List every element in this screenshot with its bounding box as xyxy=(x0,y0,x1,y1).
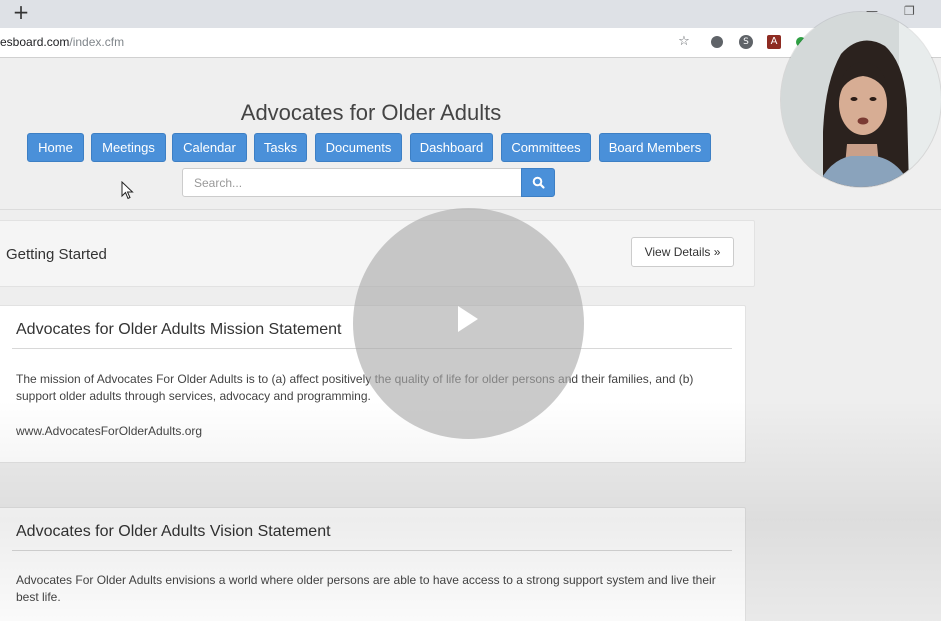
url-domain: esboard.com xyxy=(0,35,70,49)
url-text[interactable]: esboard.com/index.cfm xyxy=(0,35,124,49)
vision-text: Advocates For Older Adults envisions a w… xyxy=(16,573,716,604)
mouse-cursor-icon xyxy=(121,181,134,200)
restore-button[interactable]: ❐ xyxy=(904,4,915,18)
nav-tasks-button[interactable]: Tasks xyxy=(254,133,307,162)
extension-icon[interactable] xyxy=(711,36,723,48)
skype-icon[interactable]: S xyxy=(739,35,753,49)
site-title: Advocates for Older Adults xyxy=(240,100,502,125)
getting-started-title: Getting Started xyxy=(6,246,107,263)
search-button[interactable] xyxy=(521,168,555,197)
presenter-webcam xyxy=(781,12,941,187)
play-icon xyxy=(458,306,478,332)
new-tab-button[interactable]: + xyxy=(12,2,30,23)
nav-home-button[interactable]: Home xyxy=(27,133,84,162)
pdf-icon[interactable]: A xyxy=(767,35,781,49)
mission-title: Advocates for Older Adults Mission State… xyxy=(16,321,342,338)
nav-board-members-button[interactable]: Board Members xyxy=(599,133,711,162)
search-icon xyxy=(532,176,545,189)
browser-tabstrip: + — ❐ xyxy=(0,0,941,28)
nav-meetings-button[interactable]: Meetings xyxy=(91,133,166,162)
presenter-avatar xyxy=(781,12,941,187)
vision-divider xyxy=(12,550,732,551)
view-details-button[interactable]: View Details » xyxy=(631,237,734,267)
star-icon[interactable]: ☆ xyxy=(676,34,692,50)
search-input[interactable] xyxy=(182,168,522,197)
nav-calendar-button[interactable]: Calendar xyxy=(172,133,247,162)
video-play-button[interactable] xyxy=(353,208,584,439)
vision-title: Advocates for Older Adults Vision Statem… xyxy=(16,523,331,540)
nav-committees-button[interactable]: Committees xyxy=(501,133,591,162)
nav-dashboard-button[interactable]: Dashboard xyxy=(410,133,493,162)
nav-documents-button[interactable]: Documents xyxy=(315,133,402,162)
mission-website-link[interactable]: www.AdvocatesForOlderAdults.org xyxy=(16,423,732,440)
url-path: /index.cfm xyxy=(69,35,125,49)
vision-statement-card: Advocates for Older Adults Vision Statem… xyxy=(0,507,746,621)
